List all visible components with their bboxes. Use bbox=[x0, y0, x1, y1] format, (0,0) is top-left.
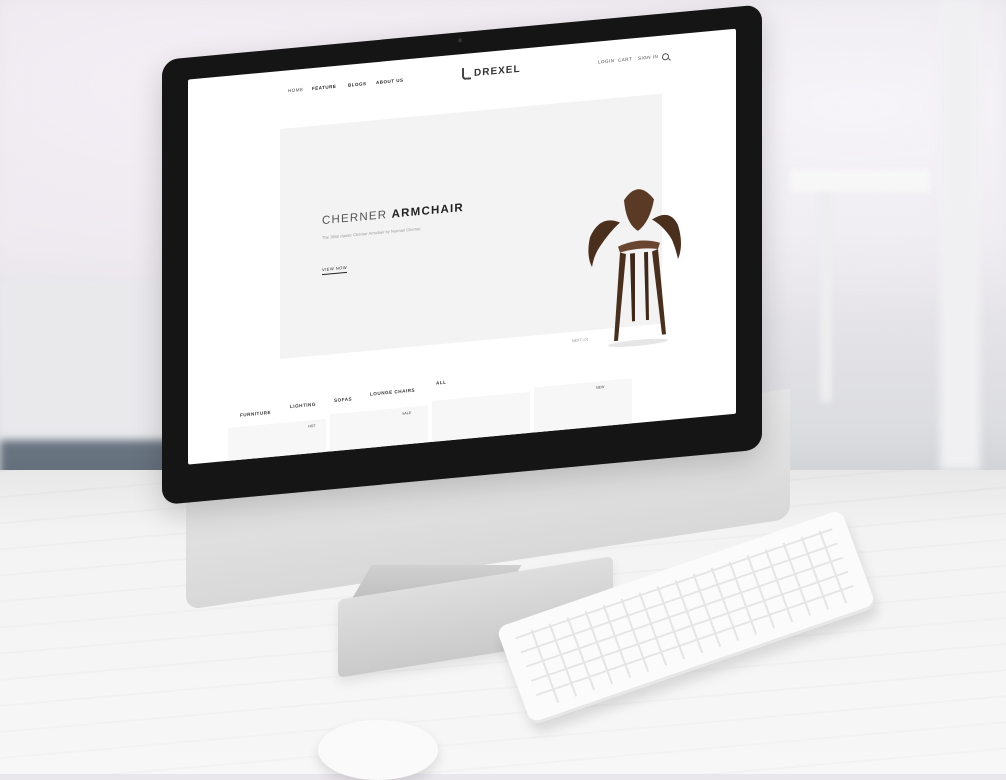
logo-mark-icon bbox=[462, 67, 471, 81]
card-badge-new: NEW bbox=[596, 384, 605, 390]
screen: HOME FEATURE BLOGS ABOUT US DREXEL LOGIN… bbox=[188, 28, 736, 465]
camera bbox=[458, 38, 462, 43]
product-card[interactable] bbox=[432, 391, 530, 461]
hero-banner: CHERNER ARMCHAIR The 1958 classic Cherne… bbox=[280, 93, 681, 360]
nav-blogs[interactable]: BLOGS bbox=[348, 81, 367, 88]
background-pillar bbox=[940, 0, 980, 470]
nav-home[interactable]: HOME bbox=[288, 87, 304, 93]
nav-about[interactable]: ABOUT US bbox=[376, 78, 404, 86]
nav-signin[interactable]: SIGN IN bbox=[638, 54, 658, 61]
tab-lounge-chairs[interactable]: LOUNGE CHAIRS bbox=[370, 388, 415, 397]
site-logo[interactable]: DREXEL bbox=[462, 63, 521, 81]
product-card[interactable]: NEW bbox=[534, 378, 632, 448]
card-badge-hot: HOT bbox=[308, 423, 316, 429]
hero-title: CHERNER ARMCHAIR bbox=[322, 202, 464, 227]
armchair-image bbox=[588, 189, 681, 347]
product-card[interactable]: SALE bbox=[330, 405, 428, 465]
tab-sofas[interactable]: SOFAS bbox=[334, 396, 352, 403]
nav-login[interactable]: LOGIN bbox=[598, 58, 615, 65]
background-table-leg bbox=[820, 192, 832, 402]
nav-cart[interactable]: CART bbox=[618, 56, 632, 62]
hero-subtitle: The 1958 classic Cherner Armchair by Nor… bbox=[322, 225, 421, 241]
hero-title-bold: ARMCHAIR bbox=[391, 201, 464, 221]
card-badge-sale: SALE bbox=[402, 410, 412, 416]
nav-feature[interactable]: FEATURE bbox=[312, 84, 336, 91]
hero-title-light: CHERNER bbox=[322, 209, 388, 228]
background-table bbox=[790, 170, 930, 400]
tab-all[interactable]: ALL bbox=[436, 380, 446, 386]
view-now-button[interactable]: VIEW NOW bbox=[322, 264, 348, 276]
product-card[interactable]: HOT bbox=[228, 418, 326, 465]
mouse bbox=[318, 720, 438, 780]
monitor: HOME FEATURE BLOGS ABOUT US DREXEL LOGIN… bbox=[162, 4, 762, 505]
search-icon[interactable] bbox=[662, 52, 669, 61]
logo-text: DREXEL bbox=[474, 63, 521, 79]
